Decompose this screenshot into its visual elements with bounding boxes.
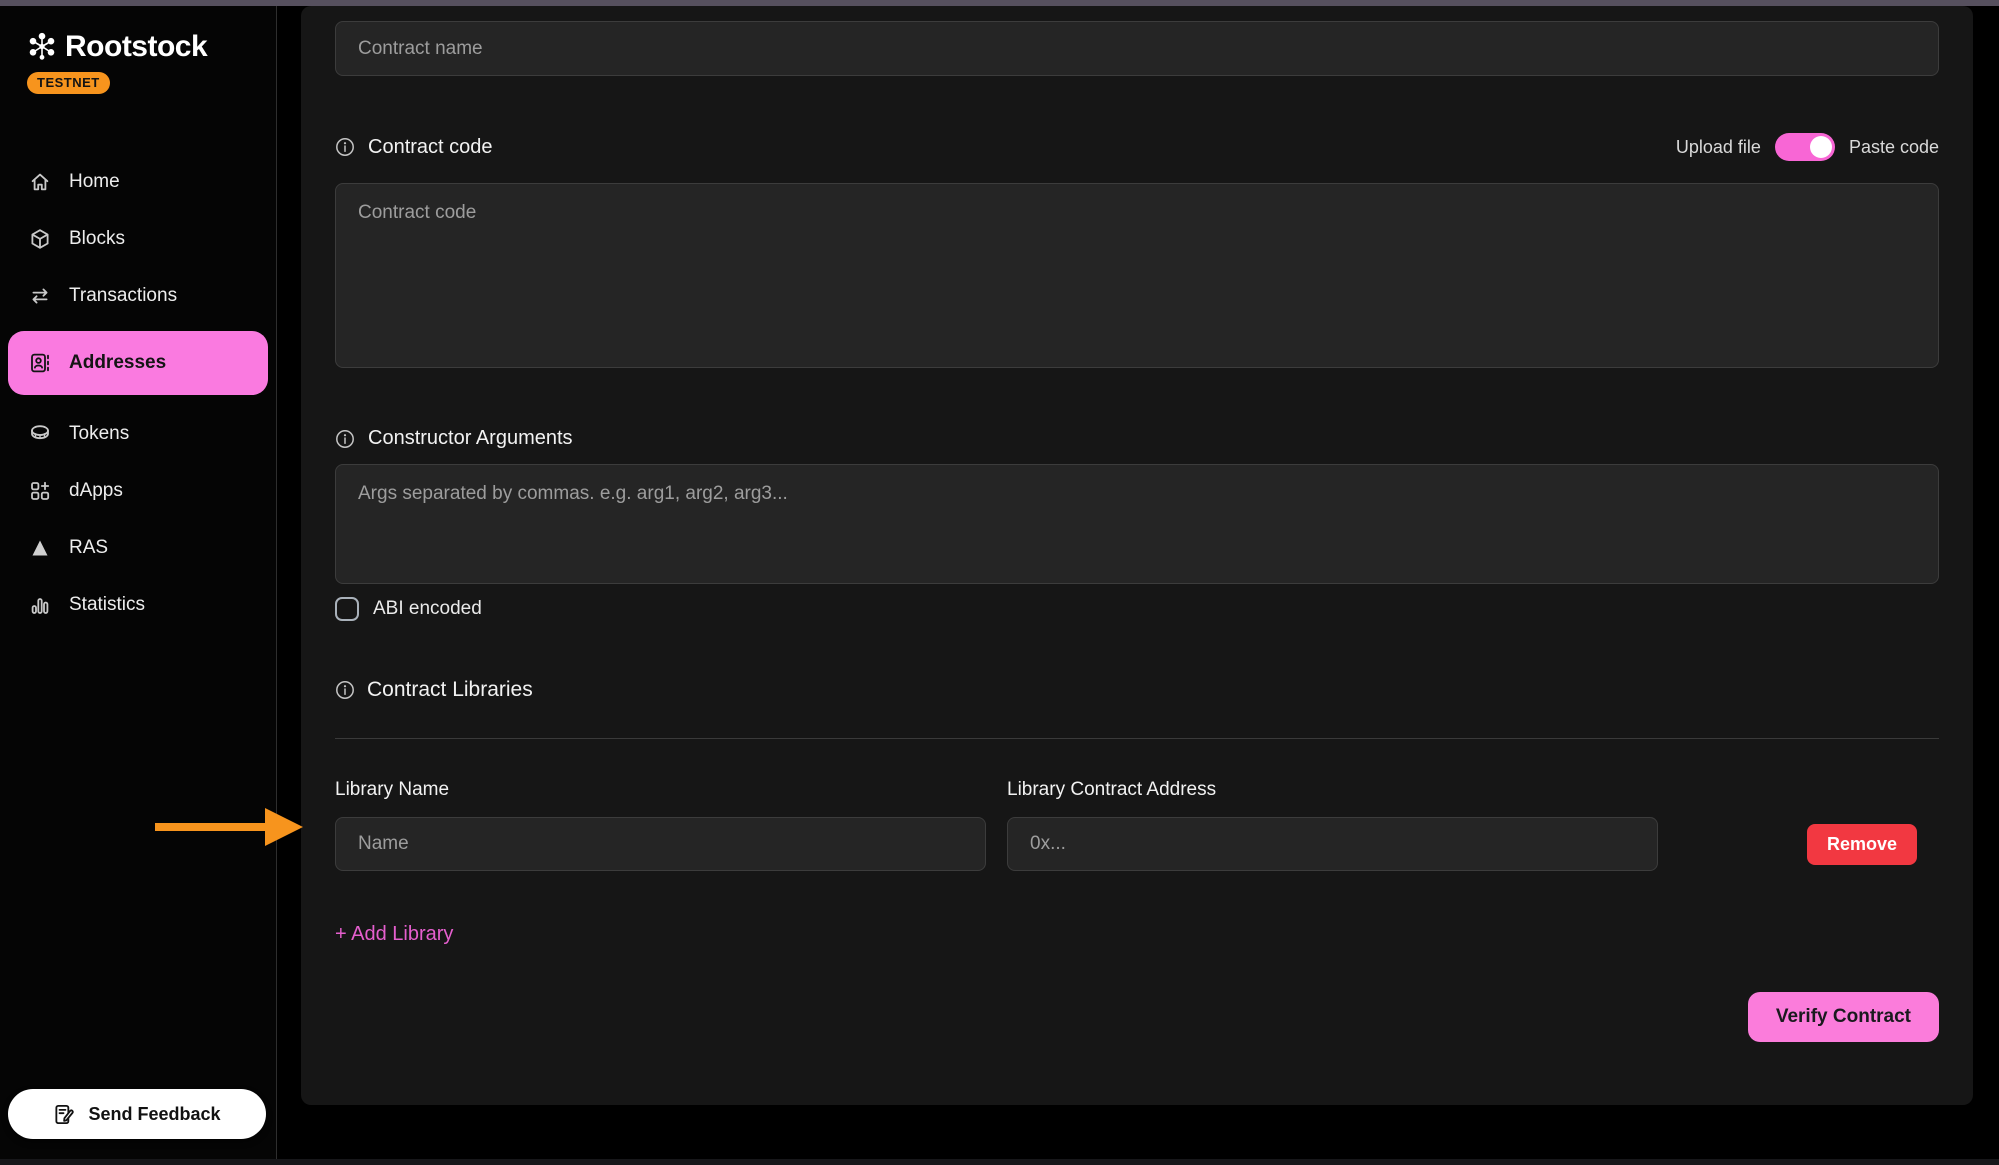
section-divider [335, 738, 1939, 739]
info-icon[interactable] [335, 680, 355, 700]
brand-logo[interactable]: Rootstock TESTNET [0, 6, 276, 94]
brand-name: Rootstock [65, 30, 207, 64]
sidebar-item-label: Addresses [69, 352, 166, 374]
cube-icon [28, 227, 52, 251]
sidebar-item-label: dApps [69, 480, 123, 502]
library-address-label: Library Contract Address [1007, 779, 1658, 801]
contract-name-input[interactable] [335, 21, 1939, 76]
bar-chart-icon [28, 593, 52, 617]
feedback-label: Send Feedback [88, 1104, 220, 1125]
sidebar-nav: Home Blocks Transactions [0, 160, 276, 627]
library-address-input[interactable] [1007, 817, 1658, 871]
sidebar-item-tokens[interactable]: Tokens [0, 412, 276, 456]
sidebar-item-transactions[interactable]: Transactions [0, 274, 276, 318]
library-row: Remove [335, 817, 1939, 871]
library-name-label: Library Name [335, 779, 986, 801]
contract-libraries-header: Contract Libraries [335, 678, 1939, 702]
add-library-link[interactable]: + Add Library [335, 923, 453, 946]
sidebar-item-label: Blocks [69, 228, 125, 250]
paste-code-label: Paste code [1849, 137, 1939, 158]
sidebar-item-label: Transactions [69, 285, 177, 307]
rootstock-logo-icon [25, 30, 59, 64]
apps-grid-plus-icon [28, 479, 52, 503]
sidebar-item-addresses[interactable]: Addresses [8, 331, 268, 395]
sidebar-item-dapps[interactable]: dApps [0, 469, 276, 513]
feedback-pencil-icon [53, 1103, 76, 1126]
window-top-strip [0, 0, 1999, 6]
info-icon[interactable] [335, 137, 355, 157]
library-name-input[interactable] [335, 817, 986, 871]
verify-contract-button[interactable]: Verify Contract [1748, 992, 1939, 1042]
sidebar-item-label: Home [69, 171, 120, 193]
coin-icon [28, 422, 52, 446]
constructor-arguments-textarea[interactable] [335, 464, 1939, 584]
upload-file-label: Upload file [1676, 137, 1761, 158]
remove-library-button[interactable]: Remove [1807, 824, 1917, 865]
sidebar-item-blocks[interactable]: Blocks [0, 217, 276, 261]
sidebar-item-label: Tokens [69, 423, 129, 445]
constructor-arguments-header: Constructor Arguments [335, 427, 1939, 450]
send-feedback-button[interactable]: Send Feedback [8, 1089, 266, 1139]
contact-card-icon [28, 351, 52, 375]
sidebar-item-label: Statistics [69, 594, 145, 616]
swap-arrows-icon [28, 284, 52, 308]
code-input-mode-toggle-group: Upload file Paste code [1676, 133, 1939, 161]
testnet-badge: TESTNET [27, 72, 110, 94]
library-labels-row: Library Name Library Contract Address [335, 779, 1939, 801]
constructor-arguments-label: Constructor Arguments [368, 427, 573, 450]
sidebar-item-ras[interactable]: RAS [0, 526, 276, 570]
sidebar-item-statistics[interactable]: Statistics [0, 583, 276, 627]
code-mode-toggle[interactable] [1775, 133, 1835, 161]
sidebar-item-home[interactable]: Home [0, 160, 276, 204]
toggle-knob [1810, 136, 1832, 158]
contract-code-textarea[interactable] [335, 183, 1939, 368]
sidebar-item-label: RAS [69, 537, 108, 559]
abi-encoded-row: ABI encoded [335, 597, 1939, 621]
window-bottom-strip [0, 1159, 1999, 1165]
home-icon [28, 170, 52, 194]
verify-contract-panel: Contract code Upload file Paste code Con… [301, 6, 1973, 1105]
abi-encoded-label: ABI encoded [373, 598, 482, 620]
triangle-icon [28, 536, 52, 560]
info-icon[interactable] [335, 429, 355, 449]
contract-code-label: Contract code [368, 136, 493, 159]
contract-code-header: Contract code Upload file Paste code [335, 133, 1939, 161]
sidebar: Rootstock TESTNET Home Blocks [0, 6, 277, 1165]
contract-libraries-label: Contract Libraries [367, 678, 533, 702]
annotation-arrow-icon [155, 804, 305, 855]
abi-encoded-checkbox[interactable] [335, 597, 359, 621]
